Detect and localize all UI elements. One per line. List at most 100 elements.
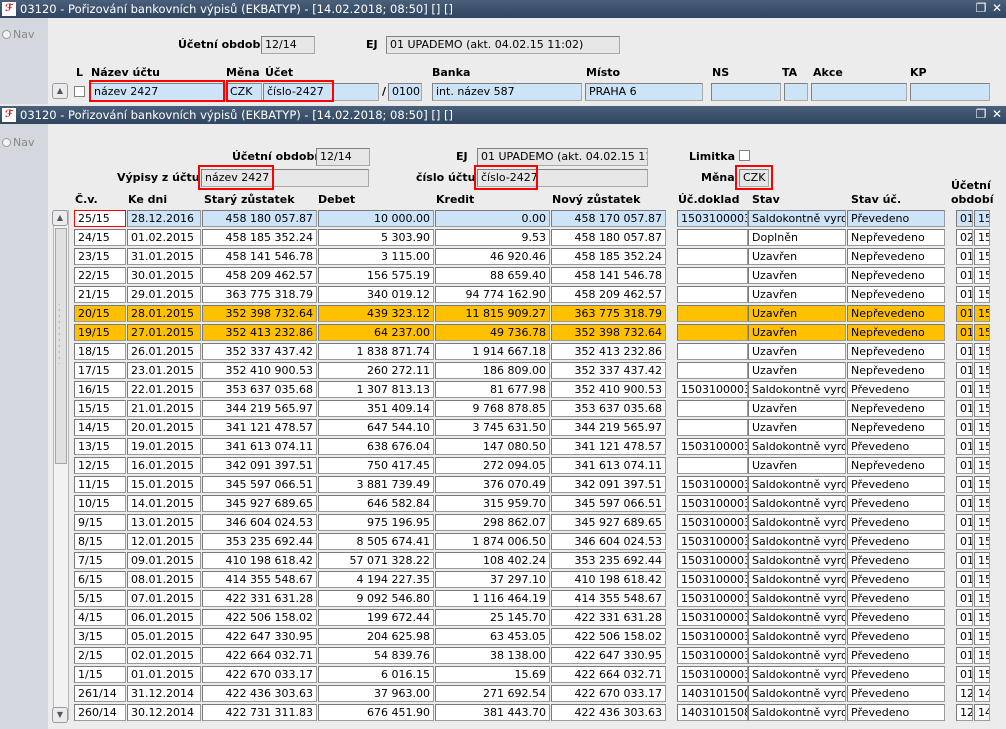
cell-cv[interactable]: 22/15 [74,267,126,284]
cell-stavuc[interactable]: Převedeno [847,666,945,683]
cell-o1[interactable]: 01 [956,457,973,474]
table-row[interactable]: 19/15 27.01.2015 352 413 232.86 64 237.00 49… [74,323,1006,342]
cell-doklad[interactable]: 1403101508 [677,704,748,721]
cell-stav[interactable]: Saldokontně vyrovr [748,590,846,607]
cell-stav[interactable]: Saldokontně vyrovr [748,609,846,626]
cell-o2[interactable]: 14 [974,685,990,702]
cell-stary[interactable]: 422 664 032.71 [202,647,317,664]
cell-o2[interactable]: 15 [974,647,990,664]
cell-date[interactable]: 06.01.2015 [127,609,201,626]
cell-stavuc[interactable]: Převedeno [847,704,945,721]
cell-stav[interactable]: Saldokontně vyrovn [748,210,846,227]
cell-o1[interactable]: 01 [956,628,973,645]
cell-stavuc[interactable]: Nepřevedeno [847,400,945,417]
cell-date[interactable]: 15.01.2015 [127,476,201,493]
cell-doklad[interactable]: 1503100003 [677,609,748,626]
cell-debet[interactable]: 9 092 546.80 [318,590,434,607]
cell-cv[interactable]: 21/15 [74,286,126,303]
cell-o2[interactable]: 14 [974,704,990,721]
table-row[interactable]: 9/15 13.01.2015 346 604 024.53 975 196.95 29… [74,513,1006,532]
cell-o1[interactable]: 01 [956,419,973,436]
cell-stav[interactable]: Saldokontně vyrovr [748,514,846,531]
cell-stav[interactable]: Saldokontně vyrovr [748,647,846,664]
back-bank-code-field[interactable]: 0100 [388,83,422,101]
cell-o1[interactable]: 01 [956,286,973,303]
table-row[interactable]: 17/15 23.01.2015 352 410 900.53 260 272.11 1… [74,361,1006,380]
cell-o1[interactable]: 01 [956,533,973,550]
cell-doklad[interactable] [677,248,748,265]
back-nazev-field[interactable]: název 2427 [90,83,226,101]
cell-stary[interactable]: 410 198 618.42 [202,552,317,569]
cell-doklad[interactable] [677,324,748,341]
cell-stavuc[interactable]: Převedeno [847,381,945,398]
cell-doklad[interactable]: 1503100003 [677,533,748,550]
cell-stary[interactable]: 352 410 900.53 [202,362,317,379]
cell-stavuc[interactable]: Převedeno [847,476,945,493]
table-row[interactable]: 21/15 29.01.2015 363 775 318.79 340 019.12 9… [74,285,1006,304]
cell-stav[interactable]: Uzavřen [748,419,846,436]
cell-stav[interactable]: Saldokontně vyrovr [748,438,846,455]
cell-date[interactable]: 26.01.2015 [127,343,201,360]
cell-stav[interactable]: Uzavřen [748,305,846,322]
cell-debet[interactable]: 199 672.44 [318,609,434,626]
cell-stary[interactable]: 342 091 397.51 [202,457,317,474]
cell-kredit[interactable]: 25 145.70 [435,609,550,626]
cell-o2[interactable]: 15 [974,286,990,303]
vypisy-field[interactable]: název 2427 [201,169,369,187]
cell-o1[interactable]: 01 [956,590,973,607]
front-nav-radio[interactable]: Nav [2,136,34,149]
cell-stav[interactable]: Uzavřen [748,400,846,417]
cell-o1[interactable]: 01 [956,438,973,455]
table-row[interactable]: 23/15 31.01.2015 458 141 546.78 3 115.00 46 … [74,247,1006,266]
cell-novy[interactable]: 414 355 548.67 [551,590,666,607]
back-mena-field[interactable]: CZK [226,83,262,101]
mena-field[interactable]: CZK [739,169,769,187]
cell-stary[interactable]: 422 331 631.28 [202,590,317,607]
cell-o2[interactable]: 15 [974,381,990,398]
back-misto-field[interactable]: PRAHA 6 [585,83,703,101]
cell-debet[interactable]: 646 582.84 [318,495,434,512]
table-row[interactable]: 18/15 26.01.2015 352 337 437.42 1 838 871.7… [74,342,1006,361]
cell-date[interactable]: 09.01.2015 [127,552,201,569]
cell-o2[interactable]: 15 [974,533,990,550]
cell-novy[interactable]: 352 413 232.86 [551,343,666,360]
cell-stavuc[interactable]: Převedeno [847,552,945,569]
cell-debet[interactable]: 4 194 227.35 [318,571,434,588]
table-row[interactable]: 7/15 09.01.2015 410 198 618.42 57 071 328.2… [74,551,1006,570]
table-row[interactable]: 24/15 01.02.2015 458 185 352.24 5 303.90 9.5… [74,228,1006,247]
cell-stav[interactable]: Uzavřen [748,457,846,474]
cell-novy[interactable]: 458 209 462.57 [551,286,666,303]
cell-kredit[interactable]: 49 736.78 [435,324,550,341]
cell-stavuc[interactable]: Nepřevedeno [847,457,945,474]
cell-novy[interactable]: 363 775 318.79 [551,305,666,322]
table-row[interactable]: 3/15 05.01.2015 422 647 330.95 204 625.98 63… [74,627,1006,646]
cell-cv[interactable]: 25/15 [74,210,126,227]
cell-novy[interactable]: 422 506 158.02 [551,628,666,645]
cell-kredit[interactable]: 108 402.24 [435,552,550,569]
cell-novy[interactable]: 345 597 066.51 [551,495,666,512]
cell-cv[interactable]: 1/15 [74,666,126,683]
cell-stary[interactable]: 345 927 689.65 [202,495,317,512]
cell-doklad[interactable]: 1503100003 [677,476,748,493]
cell-date[interactable]: 23.01.2015 [127,362,201,379]
cell-kredit[interactable]: 9.53 [435,229,550,246]
cell-debet[interactable]: 64 237.00 [318,324,434,341]
cell-cv[interactable]: 13/15 [74,438,126,455]
cell-date[interactable]: 07.01.2015 [127,590,201,607]
cell-stav[interactable]: Uzavřen [748,286,846,303]
cell-o2[interactable]: 15 [974,457,990,474]
table-row[interactable]: 15/15 21.01.2015 344 219 565.97 351 409.14 9… [74,399,1006,418]
cell-kredit[interactable]: 46 920.46 [435,248,550,265]
cell-novy[interactable]: 345 927 689.65 [551,514,666,531]
cell-novy[interactable]: 422 670 033.17 [551,685,666,702]
cell-kredit[interactable]: 271 692.54 [435,685,550,702]
cell-cv[interactable]: 261/14 [74,685,126,702]
cell-cv[interactable]: 3/15 [74,628,126,645]
table-row[interactable]: 25/15 28.12.2016 458 180 057.87 10 000.00 0.… [74,209,1006,228]
restore-icon[interactable]: ❐ [974,107,988,121]
cell-o1[interactable]: 01 [956,343,973,360]
cell-o1[interactable]: 01 [956,381,973,398]
cell-o1[interactable]: 01 [956,476,973,493]
cell-novy[interactable]: 346 604 024.53 [551,533,666,550]
cell-stav[interactable]: Saldokontně vyrovr [748,381,846,398]
